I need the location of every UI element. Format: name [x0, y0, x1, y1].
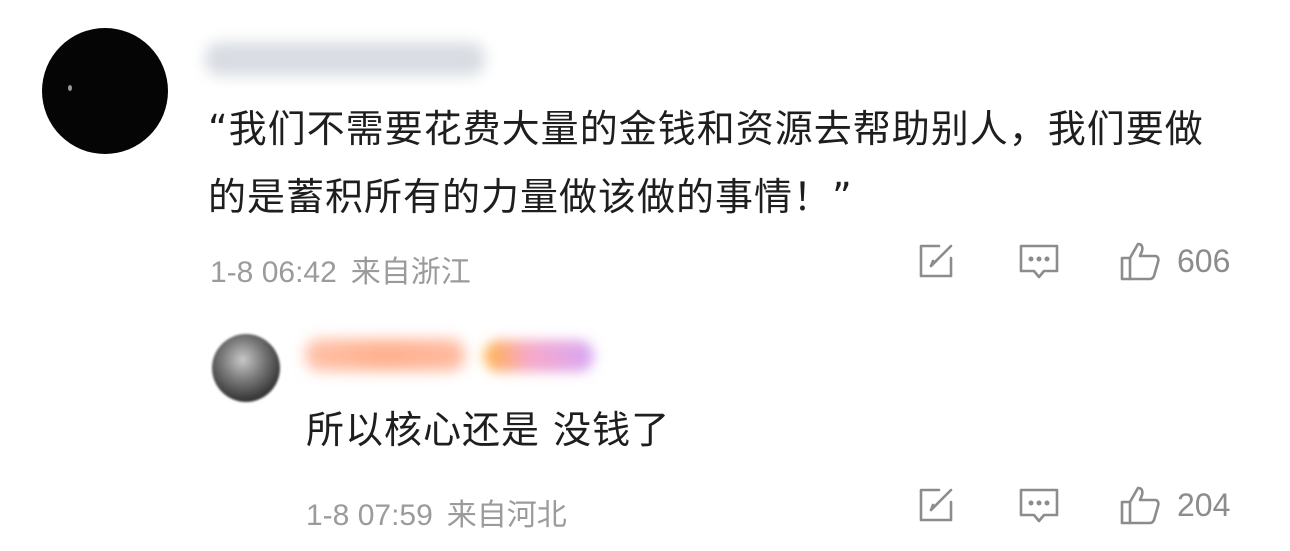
avatar[interactable] — [212, 334, 280, 402]
avatar[interactable] — [42, 28, 168, 154]
comment-icon[interactable] — [1018, 484, 1060, 526]
username-redacted[interactable] — [305, 339, 465, 371]
repost-icon[interactable] — [915, 484, 957, 526]
comment-meta: 1-8 07:59 来自河北 — [306, 490, 567, 534]
user-badge-redacted — [484, 340, 594, 372]
like-button[interactable]: 204 — [1119, 484, 1230, 526]
comment-icon[interactable] — [1018, 240, 1060, 282]
thumbs-up-icon[interactable] — [1119, 240, 1161, 282]
comment-location: 来自浙江 — [350, 256, 471, 289]
like-count: 606 — [1177, 242, 1231, 279]
comment-time: 1-8 06:42 — [210, 256, 337, 289]
thumbs-up-icon[interactable] — [1119, 484, 1161, 526]
comment-location: 来自河北 — [446, 499, 567, 532]
comment-actions: 606 — [915, 240, 1230, 282]
comment-text: “我们不需要花费大量的金钱和资源去帮助别人，我们要做的是蓄积所有的力量做该做的事… — [208, 107, 1204, 219]
like-button[interactable]: 606 — [1119, 240, 1230, 282]
comment-actions: 204 — [915, 484, 1230, 526]
comment-text: 所以核心还是 没钱了 — [306, 408, 671, 452]
username-redacted[interactable] — [205, 42, 485, 76]
comment-time: 1-8 07:59 — [306, 499, 433, 532]
like-count: 204 — [1177, 486, 1231, 523]
repost-icon[interactable] — [915, 240, 957, 282]
comment-meta: 1-8 06:42 来自浙江 — [210, 247, 471, 291]
